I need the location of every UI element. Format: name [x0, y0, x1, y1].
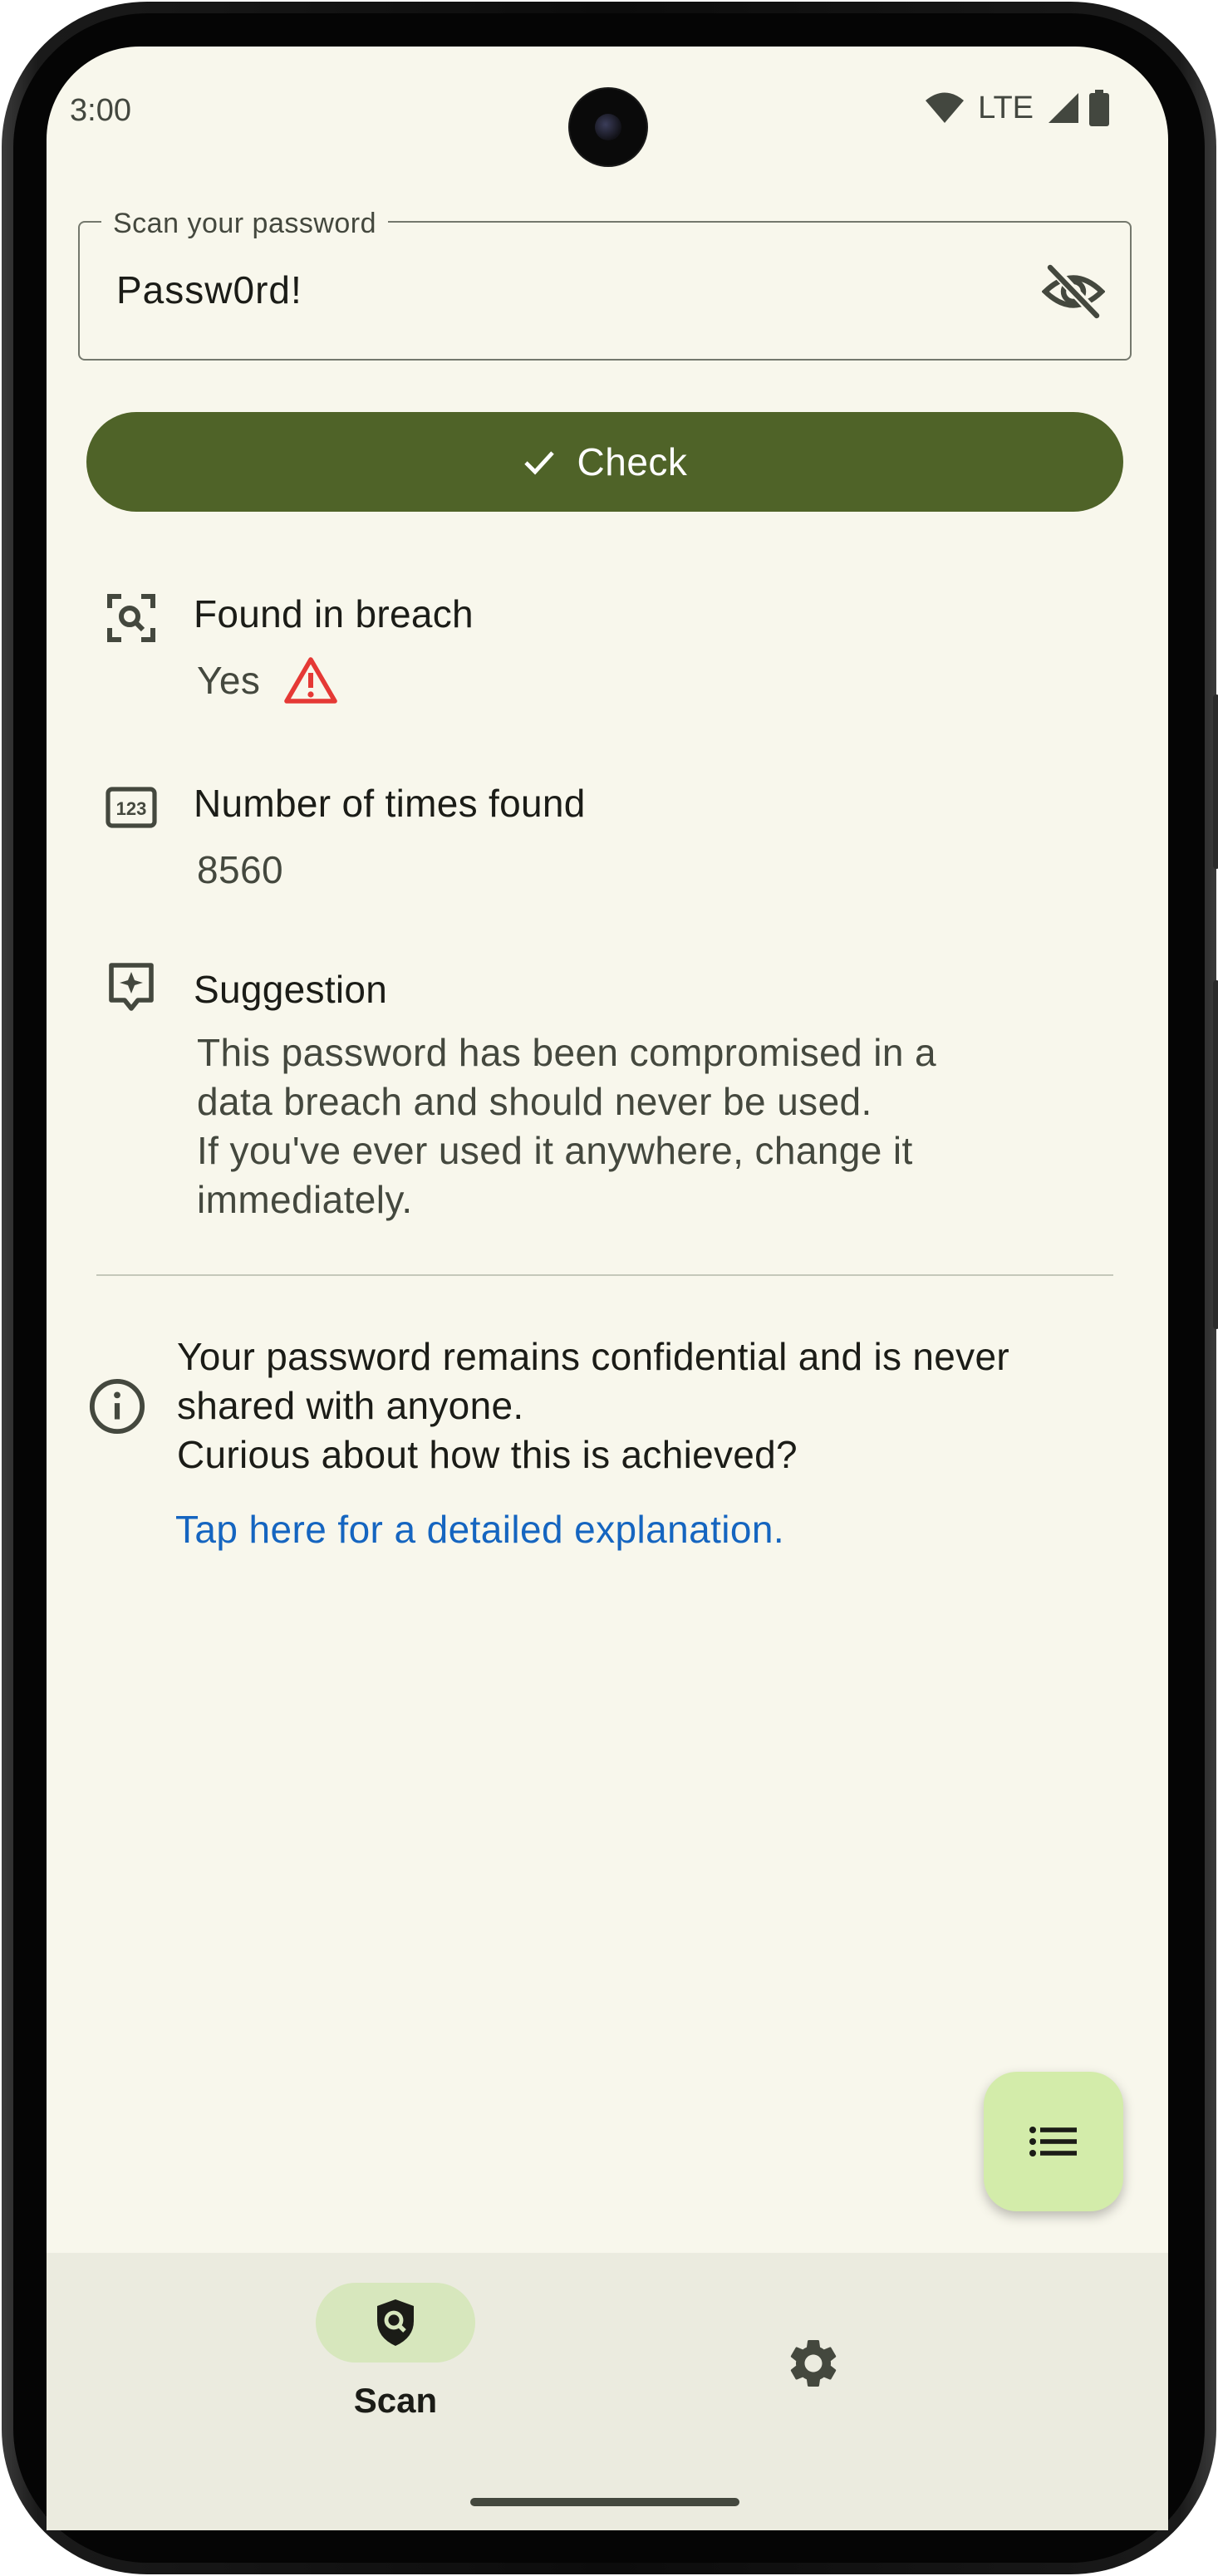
- suggestion-text: This password has been compromised in a …: [197, 1028, 936, 1224]
- number-123-icon: 123: [106, 787, 157, 828]
- count-value: 8560: [197, 848, 283, 891]
- network-type: LTE: [978, 90, 1034, 125]
- volume-button: [1213, 980, 1218, 1329]
- info-icon: [89, 1378, 145, 1435]
- cell-signal-icon: [1049, 93, 1078, 123]
- breach-title: Found in breach: [194, 592, 474, 635]
- wifi-icon: [926, 92, 965, 123]
- suggestion-title: Suggestion: [194, 968, 388, 1011]
- check-icon: [523, 451, 554, 475]
- count-title: Number of times found: [194, 782, 586, 825]
- status-time: 3:00: [70, 93, 131, 128]
- scan-search-icon: [107, 594, 155, 642]
- nav-item-scan[interactable]: [316, 2283, 475, 2363]
- info-line: shared with anyone.: [177, 1384, 524, 1427]
- password-input-value[interactable]: Passw0rd!: [116, 267, 302, 312]
- suggestion-line: data breach and should never be used.: [197, 1080, 872, 1123]
- svg-text:123: 123: [116, 798, 147, 819]
- warning-icon: [284, 657, 337, 704]
- home-indicator[interactable]: [470, 2498, 739, 2506]
- explanation-link[interactable]: Tap here for a detailed explanation.: [175, 1507, 784, 1552]
- settings-gear-icon[interactable]: [784, 2334, 842, 2392]
- info-line: Curious about how this is achieved?: [177, 1433, 798, 1476]
- divider: [96, 1274, 1113, 1276]
- privacy-info-text: Your password remains confidential and i…: [177, 1332, 1124, 1479]
- sparkle-note-icon: [109, 963, 154, 1011]
- nav-item-scan-label[interactable]: Scan: [314, 2381, 477, 2421]
- list-icon: [1029, 2127, 1077, 2156]
- suggestion-line: This password has been compromised in a: [197, 1031, 937, 1074]
- check-button[interactable]: Check: [86, 412, 1123, 512]
- info-line: Your password remains confidential and i…: [177, 1335, 1009, 1378]
- suggestion-line: immediately.: [197, 1178, 413, 1221]
- password-field-label: Scan your password: [101, 208, 389, 240]
- status-icons: LTE: [925, 90, 1110, 126]
- eye-off-icon[interactable]: [1042, 264, 1105, 319]
- power-button: [1213, 694, 1218, 869]
- breach-value: Yes: [197, 659, 261, 702]
- history-fab[interactable]: [984, 2072, 1123, 2211]
- check-button-label: Check: [577, 440, 688, 483]
- battery-icon: [1089, 90, 1109, 126]
- shield-search-icon: [377, 2299, 414, 2346]
- suggestion-line: If you've ever used it anywhere, change …: [197, 1129, 913, 1172]
- bottom-navigation: [47, 2253, 1168, 2530]
- front-camera: [570, 89, 646, 165]
